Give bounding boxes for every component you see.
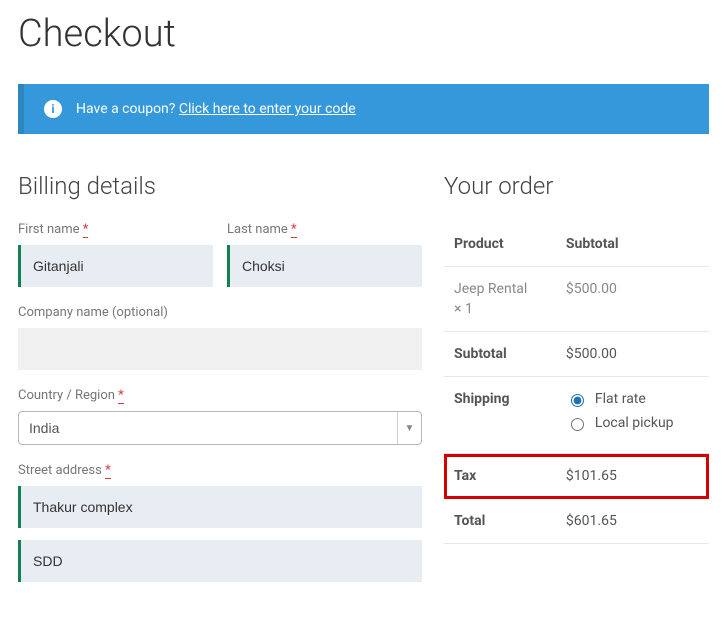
subtotal-value: $500.00 xyxy=(556,332,709,377)
col-subtotal: Subtotal xyxy=(556,222,709,267)
billing-heading: Billing details xyxy=(18,172,422,200)
subtotal-label: Subtotal xyxy=(444,332,556,377)
first-name-label: First name * xyxy=(18,222,213,237)
shipping-radio-flat-rate[interactable] xyxy=(571,394,584,407)
total-row: Total $601.65 xyxy=(444,499,709,544)
company-label: Company name (optional) xyxy=(18,305,422,320)
tax-value: $101.65 xyxy=(556,454,709,499)
order-item-name: Jeep Rental xyxy=(454,281,527,297)
shipping-radio-local-pickup[interactable] xyxy=(571,418,584,431)
coupon-prompt: Have a coupon? xyxy=(76,101,175,117)
shipping-option-flat-rate[interactable]: Flat rate xyxy=(566,391,699,407)
total-value: $601.65 xyxy=(556,499,709,544)
billing-section: Billing details First name * Last name * xyxy=(18,172,422,600)
tax-row: Tax $101.65 xyxy=(444,454,709,499)
shipping-option-label: Flat rate xyxy=(595,391,646,407)
street-address-1-input[interactable] xyxy=(21,486,422,528)
tax-label: Tax xyxy=(444,454,556,499)
col-product: Product xyxy=(444,222,556,267)
order-table: Product Subtotal Jeep Rental × 1 $500.00… xyxy=(444,222,709,544)
last-name-label: Last name * xyxy=(227,222,422,237)
order-item-subtotal: $500.00 xyxy=(556,267,709,332)
street-address-2-input[interactable] xyxy=(21,540,422,582)
shipping-row: Shipping Flat rate Local pickup xyxy=(444,377,709,454)
info-icon: i xyxy=(44,100,62,118)
country-label: Country / Region * xyxy=(18,388,422,403)
subtotal-row: Subtotal $500.00 xyxy=(444,332,709,377)
order-heading: Your order xyxy=(444,172,709,200)
country-select[interactable]: ▼ xyxy=(18,411,422,445)
page-title: Checkout xyxy=(18,12,709,56)
company-input[interactable] xyxy=(18,328,422,370)
order-section: Your order Product Subtotal Jeep Rental … xyxy=(444,172,709,600)
last-name-input[interactable] xyxy=(230,245,422,287)
shipping-label: Shipping xyxy=(444,377,556,454)
country-value[interactable] xyxy=(19,412,397,444)
total-label: Total xyxy=(444,499,556,544)
coupon-text: Have a coupon? Click here to enter your … xyxy=(76,101,356,117)
coupon-link[interactable]: Click here to enter your code xyxy=(179,101,356,117)
order-item-row: Jeep Rental × 1 $500.00 xyxy=(444,267,709,332)
shipping-option-label: Local pickup xyxy=(595,415,674,431)
shipping-option-local-pickup[interactable]: Local pickup xyxy=(566,415,699,431)
street-label: Street address * xyxy=(18,463,422,478)
order-item-qty: × 1 xyxy=(454,301,546,317)
coupon-banner: i Have a coupon? Click here to enter you… xyxy=(18,84,709,134)
chevron-down-icon: ▼ xyxy=(397,412,421,444)
first-name-input[interactable] xyxy=(21,245,213,287)
